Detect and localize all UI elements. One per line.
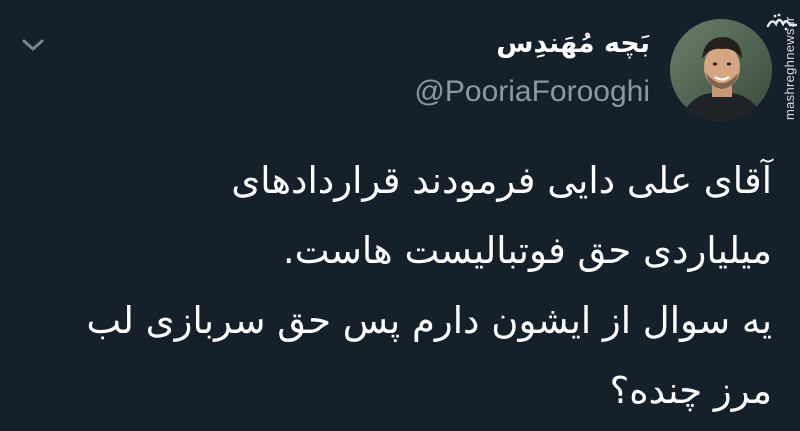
watermark-url: mashreghnews.ir [782, 16, 797, 121]
chevron-down-icon[interactable] [18, 34, 48, 56]
display-name[interactable]: بَچه مُهَندِس [414, 20, 650, 68]
tweet-text-line: مرز چنده؟ [609, 369, 772, 412]
user-handle[interactable]: @PooriaForooghi [414, 68, 650, 116]
watermark: mashreghnews.ir [766, 8, 798, 128]
tweet-text-line: یه سوال از ایشون دارم پس حق سربازی لب [86, 299, 772, 342]
tweet-text: آقای علی دایی فرمودند قراردادهای میلیارد… [12, 146, 772, 426]
tweet-card: بَچه مُهَندِس @PooriaForooghi mashreghne… [0, 0, 800, 431]
tweet-header: بَچه مُهَندِس @PooriaForooghi [414, 20, 650, 116]
tweet-text-line: آقای علی دایی فرمودند قراردادهای [231, 159, 772, 202]
tweet-text-line: میلیاردی حق فوتبالیست هاست. [282, 229, 772, 272]
avatar[interactable] [670, 19, 772, 121]
